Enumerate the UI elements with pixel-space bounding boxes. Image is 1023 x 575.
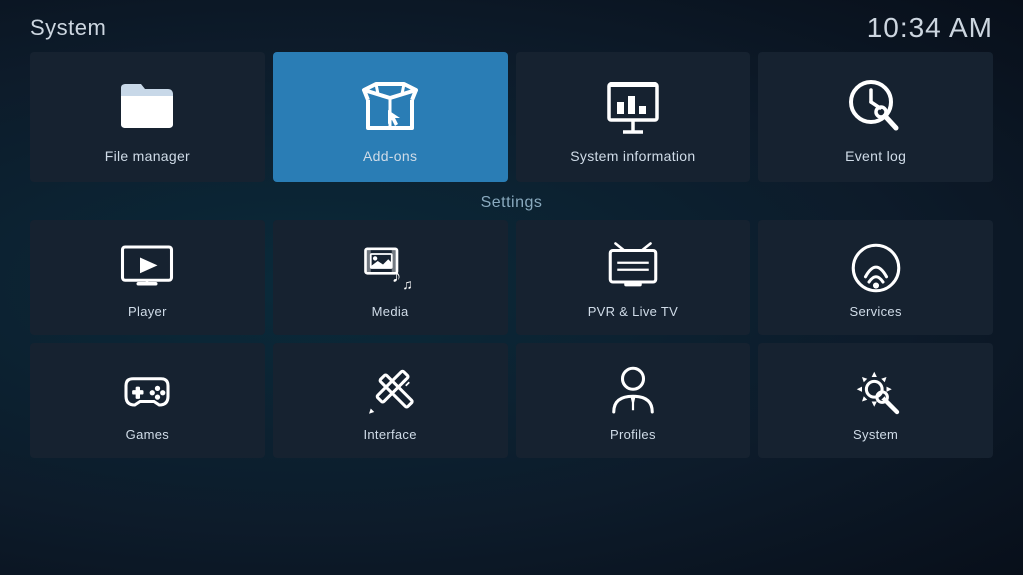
- clock-search-icon: [844, 74, 908, 138]
- tile-file-manager[interactable]: File manager: [30, 52, 265, 182]
- tile-player[interactable]: Player: [30, 220, 265, 335]
- media-label: Media: [372, 304, 409, 319]
- monitor-play-icon: [119, 240, 175, 296]
- box-icon: [358, 74, 422, 138]
- file-manager-label: File manager: [105, 148, 190, 164]
- wifi-circle-icon: [848, 240, 904, 296]
- header: System 10:34 AM: [20, 0, 1003, 52]
- tile-games[interactable]: Games: [30, 343, 265, 458]
- gear-wrench-icon: [848, 363, 904, 419]
- pencil-ruler-icon: [362, 363, 418, 419]
- folder-icon: [115, 74, 179, 138]
- tile-media[interactable]: ♪ ♫ Media: [273, 220, 508, 335]
- tile-event-log[interactable]: Event log: [758, 52, 993, 182]
- settings-heading: Settings: [30, 182, 993, 220]
- add-ons-label: Add-ons: [363, 148, 417, 164]
- tile-system-information[interactable]: System information: [516, 52, 751, 182]
- profiles-label: Profiles: [610, 427, 656, 442]
- tile-services[interactable]: Services: [758, 220, 993, 335]
- tile-interface[interactable]: Interface: [273, 343, 508, 458]
- gamepad-icon: [119, 363, 175, 419]
- tile-profiles[interactable]: Profiles: [516, 343, 751, 458]
- tile-pvr-live-tv[interactable]: PVR & Live TV: [516, 220, 751, 335]
- settings-section: Settings Player: [20, 182, 1003, 458]
- pvr-live-tv-label: PVR & Live TV: [588, 304, 678, 319]
- main-page: System 10:34 AM File manager: [0, 0, 1023, 575]
- event-log-label: Event log: [845, 148, 906, 164]
- app-title: System: [30, 15, 106, 41]
- system-information-label: System information: [570, 148, 695, 164]
- media-icon: ♪ ♫: [362, 240, 418, 296]
- presentation-icon: [601, 74, 665, 138]
- settings-grid: Player ♪ ♫: [30, 220, 993, 458]
- player-label: Player: [128, 304, 167, 319]
- tile-system[interactable]: System: [758, 343, 993, 458]
- interface-label: Interface: [363, 427, 416, 442]
- services-label: Services: [850, 304, 902, 319]
- tile-add-ons[interactable]: Add-ons: [273, 52, 508, 182]
- svg-text:♫: ♫: [402, 276, 413, 292]
- system-settings-label: System: [853, 427, 898, 442]
- clock: 10:34 AM: [867, 12, 993, 44]
- top-tiles-row: File manager: [20, 52, 1003, 182]
- svg-text:♪: ♪: [392, 266, 402, 287]
- person-icon: [605, 363, 661, 419]
- tv-icon: [605, 240, 661, 296]
- games-label: Games: [126, 427, 169, 442]
